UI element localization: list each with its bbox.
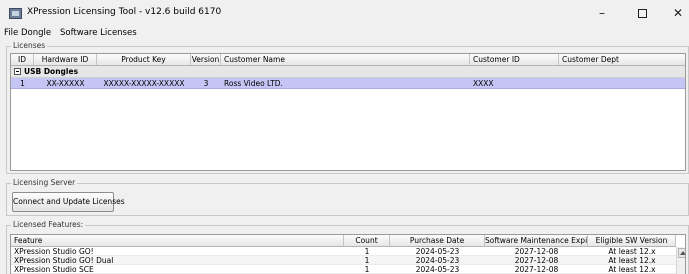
menu-dongle[interactable]: Dongle (21, 28, 51, 38)
menu-file[interactable]: File (4, 28, 18, 38)
cell-feature: XPression Studio GO! (14, 247, 94, 256)
col-customer-id[interactable]: Customer ID (470, 54, 559, 66)
maximize-icon (637, 9, 647, 18)
menu-bar: File Dongle Software Licenses (0, 27, 689, 41)
cell-customer-id: XXXX (473, 79, 494, 88)
cell-purchase-date: 2024-05-23 (415, 256, 460, 265)
col-customer-dept[interactable]: Customer Dept (559, 54, 685, 66)
list-item[interactable]: XPression Studio SCE 1 2024-05-23 2027-1… (11, 265, 685, 274)
group-title: USB Dongles (24, 67, 79, 76)
licensing-server-group: Licensing Server Connect and Update Lice… (6, 178, 689, 216)
col-id[interactable]: ID (11, 54, 34, 66)
col-version[interactable]: Version (191, 54, 221, 66)
cell-purchase-date: 2024-05-23 (415, 247, 460, 256)
group-row-usb-dongles[interactable]: USB Dongles (11, 66, 685, 78)
connect-update-button[interactable]: Connect and Update Licenses (12, 192, 125, 212)
licenses-grid[interactable]: ID Hardware ID Product Key Version Custo… (10, 53, 686, 171)
maximize-button[interactable] (623, 0, 661, 27)
cell-id: 1 (20, 79, 25, 88)
list-item[interactable]: XPression Studio GO! Dual 1 2024-05-23 2… (11, 256, 685, 265)
cell-purchase-date: 2024-05-23 (415, 265, 460, 274)
col-count[interactable]: Count (344, 235, 390, 247)
licenses-group: Licenses ID Hardware ID Product Key Vers… (6, 41, 689, 174)
col-maintenance-expiry[interactable]: Software Maintenance Expiry (485, 235, 588, 247)
cell-feature: XPression Studio SCE (14, 265, 94, 274)
window-title: XPression Licensing Tool - v12.6 build 6… (27, 7, 222, 17)
cell-hardware-id: XX-XXXXX (46, 79, 85, 88)
col-product-key[interactable]: Product Key (97, 54, 191, 66)
menu-software-licenses[interactable]: Software Licenses (60, 28, 137, 38)
cell-count: 1 (364, 265, 370, 274)
cell-count: 1 (364, 247, 370, 256)
cell-version: 3 (203, 79, 209, 88)
close-button[interactable]: ✕ (659, 0, 689, 27)
col-feature[interactable]: Feature (11, 235, 344, 247)
cell-expiry: 2027-12-08 (514, 256, 559, 265)
cell-eligible: At least 12.x (608, 256, 656, 265)
col-customer-name[interactable]: Customer Name (221, 54, 470, 66)
cell-product-key: XXXXX-XXXXX-XXXXX (103, 79, 185, 88)
app-icon (9, 8, 22, 19)
cell-eligible: At least 12.x (608, 247, 656, 256)
cell-expiry: 2027-12-08 (514, 247, 559, 256)
list-item[interactable]: XPression Studio GO! 1 2024-05-23 2027-1… (11, 247, 685, 256)
cell-feature: XPression Studio GO! Dual (14, 256, 114, 265)
licensed-features-label: Licensed Features: (11, 220, 86, 229)
licensed-features-group: Licensed Features: Feature Count Purchas… (6, 220, 689, 274)
cell-eligible: At least 12.x (608, 265, 656, 274)
collapse-icon[interactable] (14, 68, 21, 75)
table-row[interactable]: 1 XX-XXXXX XXXXX-XXXXX-XXXXX 3 Ross Vide… (11, 78, 685, 89)
licenses-group-label: Licenses (11, 41, 48, 50)
col-hardware-id[interactable]: Hardware ID (34, 54, 97, 66)
cell-expiry: 2027-12-08 (514, 265, 559, 274)
col-purchase-date[interactable]: Purchase Date (390, 235, 485, 247)
title-bar: XPression Licensing Tool - v12.6 build 6… (0, 0, 689, 27)
features-grid[interactable]: Feature Count Purchase Date Software Mai… (10, 234, 686, 274)
cell-customer-name: Ross Video LTD. (224, 79, 283, 88)
scroll-up-icon[interactable] (678, 248, 685, 258)
col-eligible-version[interactable]: Eligible SW Version (588, 235, 676, 247)
features-scrollbar[interactable] (676, 247, 685, 274)
licensing-server-label: Licensing Server (11, 178, 78, 187)
cell-count: 1 (364, 256, 370, 265)
minimize-button[interactable]: – (583, 0, 621, 27)
